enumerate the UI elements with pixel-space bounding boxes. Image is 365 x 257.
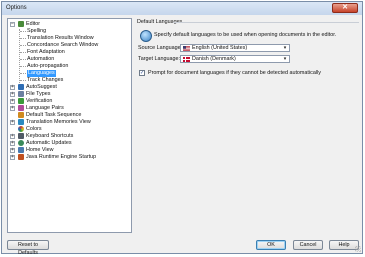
expand-icon[interactable]: + xyxy=(10,134,15,139)
close-icon: ✕ xyxy=(342,4,348,11)
tree-item-label: Auto-propagation xyxy=(27,63,69,69)
cancel-button[interactable]: Cancel xyxy=(293,240,323,250)
keyboard-icon xyxy=(18,133,24,139)
tree-item-label: Translation Memories View xyxy=(26,119,91,125)
title-bar[interactable]: Options ✕ xyxy=(2,2,362,15)
window-title: Options xyxy=(6,5,27,11)
expand-icon[interactable]: + xyxy=(10,85,15,90)
tree-item-label: Track Changes xyxy=(27,77,64,83)
expand-icon[interactable]: + xyxy=(10,92,15,97)
tree-item-label: Spelling xyxy=(27,28,47,34)
tree-item-editor[interactable]: − Editor xyxy=(10,21,130,28)
tree-item-label: AutoSuggest xyxy=(26,84,57,90)
us-flag-icon xyxy=(183,46,190,51)
tree-item-automatic-updates[interactable]: + Automatic Updates xyxy=(10,140,130,147)
source-language-value: English (United States) xyxy=(192,45,248,51)
tree-item-language-pairs[interactable]: + Language Pairs xyxy=(10,105,130,112)
tree-item-label: Verification xyxy=(26,98,53,104)
tree-item-default-task-sequence[interactable]: Default Task Sequence xyxy=(10,112,130,119)
tree-item-file-types[interactable]: + File Types xyxy=(10,91,130,98)
prompt-languages-label: Prompt for document languages if they ca… xyxy=(148,70,321,76)
close-button[interactable]: ✕ xyxy=(332,3,358,13)
tree-item-label: Editor xyxy=(26,21,41,27)
tree-item-label: Home View xyxy=(26,147,54,153)
tree-item-label: Automatic Updates xyxy=(26,140,72,146)
target-language-value: Danish (Denmark) xyxy=(192,56,236,62)
section-divider xyxy=(173,22,359,23)
file-types-icon xyxy=(18,91,24,97)
options-tree: − Editor Spelling Translation Results Wi… xyxy=(7,18,132,233)
language-pairs-icon xyxy=(18,105,24,111)
chevron-down-icon[interactable]: ▾ xyxy=(282,56,288,62)
tree-item-label: Colors xyxy=(26,126,42,132)
java-icon xyxy=(18,154,24,160)
prompt-languages-checkbox[interactable]: ✓ xyxy=(139,70,145,76)
reset-to-defaults-button[interactable]: Reset to Defaults xyxy=(7,240,49,256)
expand-icon[interactable]: + xyxy=(10,120,15,125)
target-language-label: Target Language: xyxy=(138,56,180,62)
editor-icon xyxy=(18,21,24,27)
tree-item-verification[interactable]: + Verification xyxy=(10,98,130,105)
autosuggest-icon xyxy=(18,84,24,90)
tree-item-label: Keyboard Shortcuts xyxy=(26,133,74,139)
home-view-icon xyxy=(18,147,24,153)
collapse-icon[interactable]: − xyxy=(10,22,15,27)
expand-icon[interactable]: + xyxy=(10,141,15,146)
expand-icon[interactable]: + xyxy=(10,99,15,104)
tree-item-autosuggest[interactable]: + AutoSuggest xyxy=(10,84,130,91)
tree-item-label: Languages xyxy=(27,70,56,77)
tree-item-translation-memories-view[interactable]: + Translation Memories View xyxy=(10,119,130,126)
updates-icon xyxy=(18,140,24,146)
tree-item-label: Automation xyxy=(27,56,55,62)
ok-button[interactable]: OK xyxy=(256,240,286,250)
colors-icon xyxy=(18,126,24,132)
tree-item-label: File Types xyxy=(26,91,51,97)
verification-icon xyxy=(18,98,24,104)
tree-item-label: Concordance Search Window xyxy=(27,42,99,48)
section-description: Specify default languages to be used whe… xyxy=(154,32,337,38)
task-sequence-icon xyxy=(18,112,24,118)
tree-item-java-runtime-engine-startup[interactable]: + Java Runtime Engine Startup xyxy=(10,154,130,161)
tree-item-label: Default Task Sequence xyxy=(26,112,82,118)
tree-item-label: Java Runtime Engine Startup xyxy=(26,154,97,160)
tree-item-colors[interactable]: Colors xyxy=(10,126,130,133)
resize-grip[interactable] xyxy=(355,246,361,252)
source-language-label: Source Language: xyxy=(138,45,183,51)
source-language-select[interactable]: English (United States) ▾ xyxy=(180,44,290,52)
tree-item-home-view[interactable]: + Home View xyxy=(10,147,130,154)
languages-settings-panel: Default Languages Specify default langua… xyxy=(137,18,360,233)
translation-memories-icon xyxy=(18,119,24,125)
tree-item-label: Language Pairs xyxy=(26,105,64,111)
tree-item-keyboard-shortcuts[interactable]: + Keyboard Shortcuts xyxy=(10,133,130,140)
chevron-down-icon[interactable]: ▾ xyxy=(282,45,288,51)
expand-icon[interactable]: + xyxy=(10,106,15,111)
tree-item-label: Font Adaptation xyxy=(27,49,65,55)
expand-icon[interactable]: + xyxy=(10,155,15,160)
tree-item-label: Translation Results Window xyxy=(27,35,94,41)
expand-icon[interactable]: + xyxy=(10,148,15,153)
options-dialog: Options ✕ − Editor Spelling Translation … xyxy=(1,1,363,256)
target-language-select[interactable]: Danish (Denmark) ▾ xyxy=(180,55,290,63)
dk-flag-icon xyxy=(183,57,190,62)
globe-icon xyxy=(140,30,152,42)
